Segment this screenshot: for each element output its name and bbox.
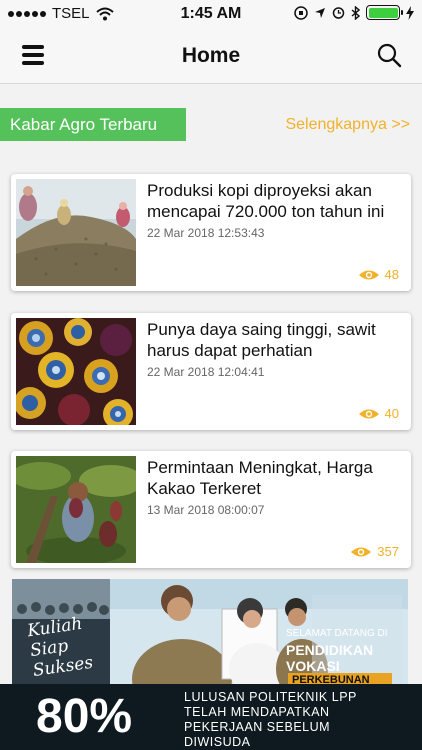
see-more-link[interactable]: Selengkapnya >> bbox=[285, 116, 410, 134]
article-thumbnail-cocoa bbox=[16, 456, 136, 563]
article-date: 13 Mar 2018 08:00:07 bbox=[147, 503, 265, 517]
banner-bottom-line: LULUSAN POLITEKNIK LPP bbox=[184, 690, 357, 704]
section-label: Kabar Agro Terbaru bbox=[0, 108, 186, 141]
banner-program-line: VOKASI bbox=[286, 658, 340, 674]
banner-program-line: PENDIDIKAN bbox=[286, 642, 374, 658]
battery-icon bbox=[366, 5, 403, 20]
bluetooth-icon bbox=[351, 5, 360, 20]
banner-bottom-line: PEKERJAAN SEBELUM bbox=[184, 720, 331, 734]
article-thumbnail-palm-oil bbox=[16, 318, 136, 425]
view-count-value: 40 bbox=[384, 406, 399, 421]
charging-bolt-icon bbox=[406, 5, 414, 20]
article-date: 22 Mar 2018 12:04:41 bbox=[147, 365, 265, 379]
article-date: 22 Mar 2018 12:53:43 bbox=[147, 226, 265, 240]
banner-tagline: Kuliah Siap Sukses bbox=[26, 613, 94, 681]
orientation-lock-icon bbox=[294, 5, 308, 20]
banner-bottom-line: DIWISUDA bbox=[184, 735, 251, 749]
article-title[interactable]: Produksi kopi diproyeksi akan mencapai 7… bbox=[147, 180, 403, 222]
eye-icon bbox=[358, 409, 379, 418]
navigation-bar: Home bbox=[0, 28, 422, 84]
article-thumbnail-coffee bbox=[16, 179, 136, 286]
location-arrow-icon bbox=[315, 7, 325, 18]
banner-percentage: 80% bbox=[36, 690, 133, 743]
view-count: 40 bbox=[358, 406, 399, 421]
search-icon[interactable] bbox=[376, 42, 402, 68]
article-card[interactable]: Punya daya saing tinggi, sawit harus dap… bbox=[11, 313, 411, 430]
alarm-icon bbox=[332, 7, 345, 19]
article-card[interactable]: Permintaan Meningkat, Harga Kakao Terker… bbox=[11, 451, 411, 568]
status-bar: TSEL 1:45 AM bbox=[0, 0, 422, 28]
eye-icon bbox=[358, 270, 379, 279]
article-card[interactable]: Produksi kopi diproyeksi akan mencapai 7… bbox=[11, 174, 411, 291]
banner-bottom-text: LULUSAN POLITEKNIK LPP TELAH MENDAPATKAN… bbox=[184, 690, 357, 750]
view-count: 48 bbox=[358, 267, 399, 282]
view-count-value: 357 bbox=[377, 544, 399, 559]
banner-program-title: PENDIDIKAN VOKASI bbox=[286, 642, 373, 674]
article-title[interactable]: Permintaan Meningkat, Harga Kakao Terker… bbox=[147, 457, 403, 499]
view-count-value: 48 bbox=[384, 267, 399, 282]
status-right bbox=[294, 5, 414, 20]
eye-icon bbox=[351, 547, 372, 556]
banner-bottom-line: TELAH MENDAPATKAN bbox=[184, 705, 330, 719]
article-title[interactable]: Punya daya saing tinggi, sawit harus dap… bbox=[147, 319, 403, 361]
view-count: 357 bbox=[351, 544, 399, 559]
banner-welcome-text: SELAMAT DATANG DI bbox=[286, 628, 388, 639]
page-title: Home bbox=[181, 44, 241, 67]
